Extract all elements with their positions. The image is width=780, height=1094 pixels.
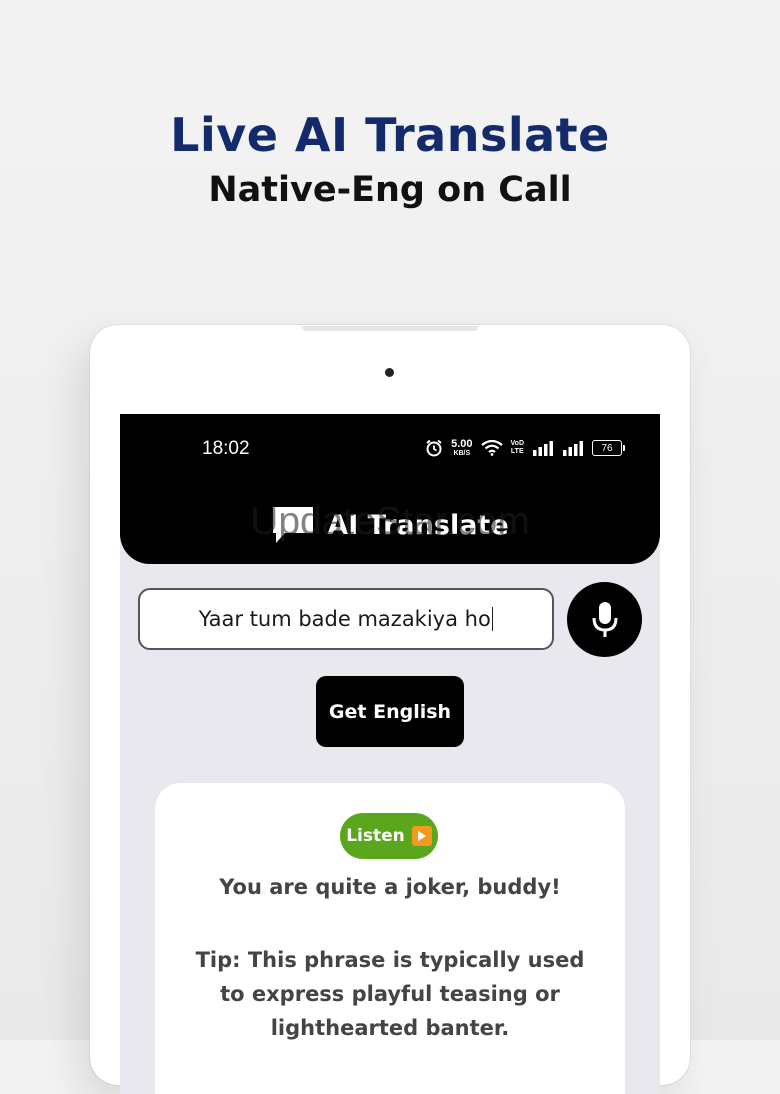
translation-text: You are quite a joker, buddy! bbox=[219, 875, 561, 899]
volte-indicator: VoD LTE bbox=[511, 440, 524, 456]
wifi-icon bbox=[480, 440, 503, 456]
result-card: Listen You are quite a joker, buddy! Tip… bbox=[155, 783, 625, 1094]
play-icon bbox=[411, 826, 432, 846]
alarm-icon bbox=[426, 439, 442, 457]
status-icons: 5.00 KB/S VoD LTE 76 bbox=[425, 436, 625, 460]
app-screen: 18:02 5.00 KB/S VoD LTE 76 AI Translate … bbox=[120, 414, 660, 1094]
signal-icon bbox=[533, 441, 553, 456]
phrase-input[interactable]: Yaar tum bade mazakiya ho bbox=[138, 588, 554, 650]
status-time: 18:02 bbox=[202, 438, 250, 459]
phrase-input-value: Yaar tum bade mazakiya ho bbox=[198, 607, 491, 631]
mic-button[interactable] bbox=[567, 582, 642, 657]
battery-icon: 76 bbox=[592, 440, 625, 456]
front-camera bbox=[385, 368, 394, 377]
volte-bottom: LTE bbox=[510, 448, 524, 455]
app-title-row: AI Translate bbox=[120, 502, 660, 548]
net-speed: 5.00 KB/S bbox=[451, 438, 473, 458]
tablet-device: 18:02 5.00 KB/S VoD LTE 76 AI Translate … bbox=[90, 325, 690, 1094]
net-speed-value: 5.00 bbox=[451, 438, 473, 450]
promo-subheadline: Native-Eng on Call bbox=[208, 170, 572, 210]
app-title: AI Translate bbox=[327, 509, 509, 541]
text-caret bbox=[491, 607, 494, 631]
usage-tip: Tip: This phrase is typically used to ex… bbox=[195, 948, 585, 1040]
volte-top: VoD bbox=[510, 440, 524, 447]
promo-headline: Live AI Translate bbox=[170, 108, 610, 162]
listen-button[interactable]: Listen bbox=[340, 813, 438, 859]
net-speed-unit: KB/S bbox=[453, 450, 471, 457]
listen-label: Listen bbox=[346, 826, 405, 846]
chat-bubble-logo-icon bbox=[273, 507, 314, 543]
app-header: 18:02 5.00 KB/S VoD LTE 76 AI Translate … bbox=[120, 414, 660, 564]
tablet-top-edge bbox=[302, 326, 478, 331]
signal-icon bbox=[563, 441, 583, 456]
microphone-icon bbox=[592, 601, 617, 637]
get-english-button[interactable]: Get English bbox=[316, 676, 464, 747]
